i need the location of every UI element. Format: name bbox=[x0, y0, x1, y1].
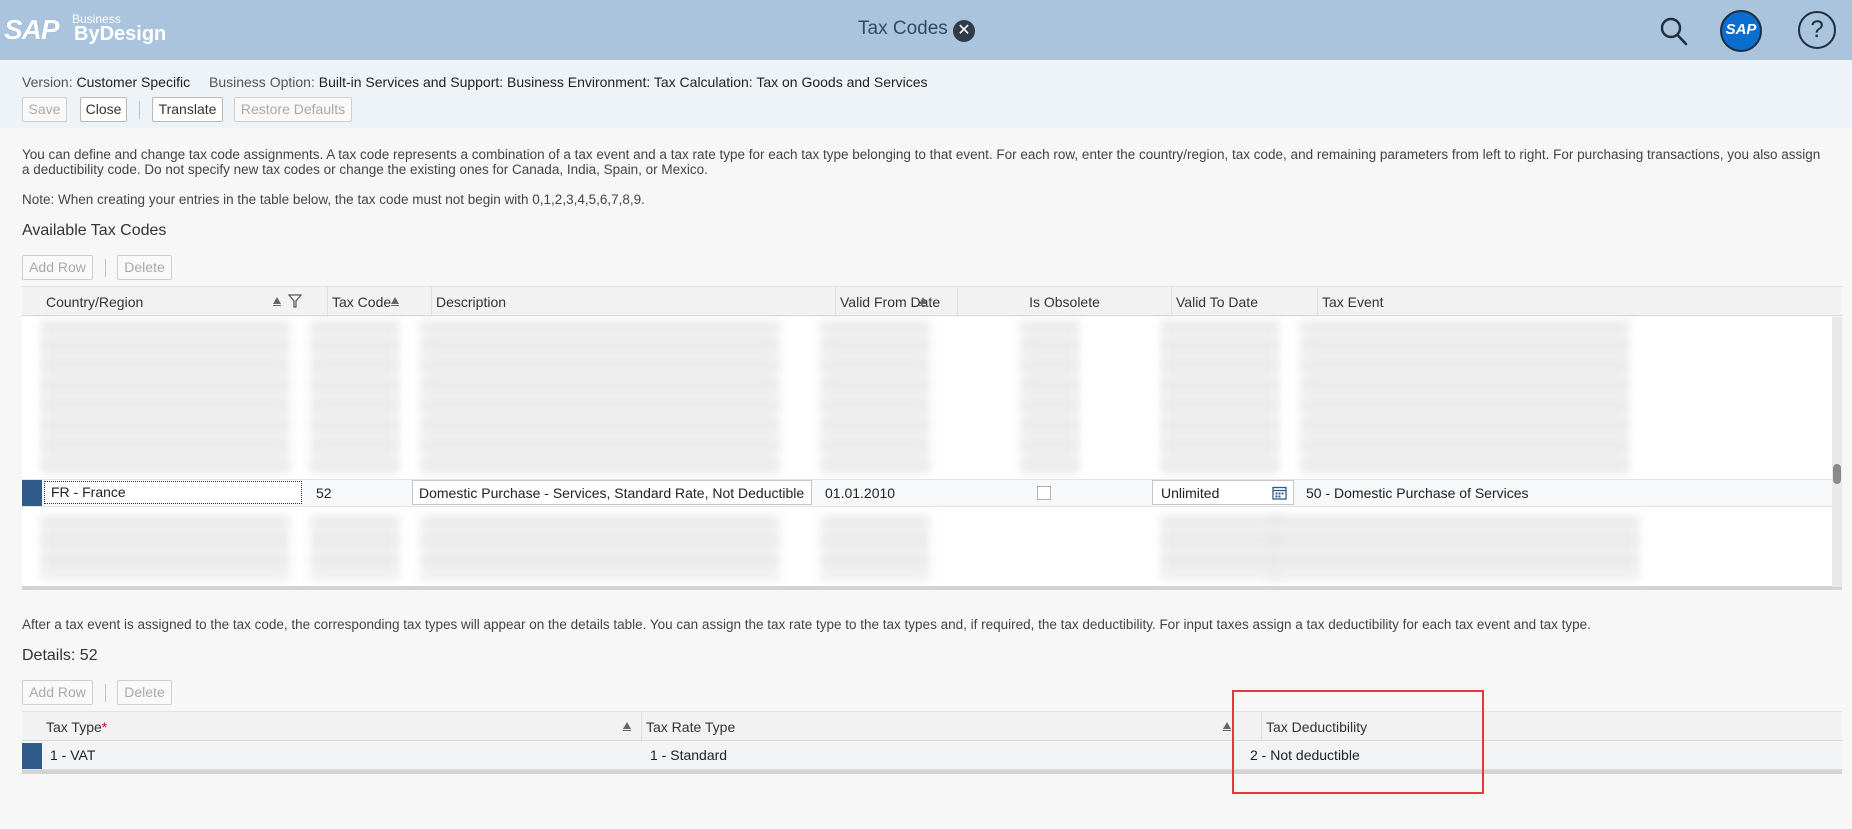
sort-icon[interactable] bbox=[272, 296, 282, 306]
table-bottom-border bbox=[22, 586, 1842, 590]
filter-icon[interactable] bbox=[288, 294, 302, 308]
blurred-rows bbox=[310, 515, 400, 580]
table-bottom-border bbox=[22, 770, 1842, 774]
sort-icon[interactable] bbox=[918, 296, 928, 306]
blurred-rows bbox=[40, 515, 290, 580]
row-selector[interactable] bbox=[22, 480, 42, 506]
translate-button[interactable]: Translate bbox=[152, 97, 223, 122]
avatar-text: SAP bbox=[1725, 21, 1757, 38]
version-info: Version: Customer Specific bbox=[22, 74, 190, 90]
blurred-rows bbox=[820, 515, 930, 580]
tax-rate-type-value[interactable]: 1 - Standard bbox=[650, 743, 727, 769]
logo-bydesign-text: ByDesign bbox=[74, 23, 167, 45]
close-icon[interactable]: ✕ bbox=[953, 20, 975, 42]
blurred-rows bbox=[40, 320, 290, 475]
available-tax-codes-title: Available Tax Codes bbox=[22, 222, 167, 239]
blurred-rows bbox=[1160, 515, 1280, 580]
country-region-field[interactable]: FR - France bbox=[44, 481, 302, 504]
sort-icon[interactable] bbox=[390, 296, 400, 306]
table-scrollbar[interactable] bbox=[1832, 317, 1842, 587]
blurred-rows bbox=[1270, 515, 1640, 580]
row-selector[interactable] bbox=[22, 743, 42, 769]
details-add-row-button[interactable]: Add Row bbox=[22, 680, 93, 705]
column-description[interactable]: Description bbox=[432, 287, 836, 317]
column-tax-rate-type[interactable]: Tax Rate Type bbox=[642, 712, 1262, 742]
blurred-rows bbox=[1020, 320, 1080, 475]
column-label: Tax Type bbox=[46, 719, 102, 735]
user-avatar[interactable]: SAP bbox=[1720, 10, 1762, 52]
details-delete-button[interactable]: Delete bbox=[117, 680, 172, 705]
sort-icon[interactable] bbox=[622, 721, 632, 731]
business-option-value: Built-in Services and Support: Business … bbox=[318, 74, 928, 90]
toolbar-separator bbox=[105, 684, 106, 702]
column-label: Is Obsolete bbox=[1029, 294, 1100, 310]
toolbar-separator bbox=[139, 101, 140, 119]
column-label: Country/Region bbox=[46, 294, 144, 310]
column-label: Description bbox=[436, 294, 507, 310]
calendar-icon[interactable] bbox=[1272, 485, 1287, 500]
details-table-header: Tax Type* Tax Rate Type Tax Deductibilit… bbox=[22, 711, 1842, 742]
required-marker: * bbox=[101, 719, 108, 735]
blurred-rows bbox=[420, 515, 780, 580]
column-tax-type[interactable]: Tax Type* bbox=[42, 712, 642, 742]
help-icon[interactable]: ? bbox=[1798, 11, 1836, 49]
sort-icon[interactable] bbox=[1222, 721, 1232, 731]
tax-type-value[interactable]: 1 - VAT bbox=[50, 743, 95, 769]
add-row-button[interactable]: Add Row bbox=[22, 255, 93, 280]
search-icon[interactable] bbox=[1658, 14, 1690, 48]
blurred-rows bbox=[1160, 320, 1280, 475]
version-value: Customer Specific bbox=[76, 74, 191, 90]
save-button[interactable]: Save bbox=[22, 97, 67, 122]
scrollbar-thumb[interactable] bbox=[1833, 464, 1841, 484]
restore-defaults-button[interactable]: Restore Defaults bbox=[234, 97, 352, 122]
delete-button[interactable]: Delete bbox=[117, 255, 172, 280]
column-label: Tax Code bbox=[332, 294, 392, 310]
details-info: After a tax event is assigned to the tax… bbox=[22, 617, 1591, 632]
column-valid-from-date[interactable]: Valid From Date bbox=[836, 287, 958, 317]
intro-paragraph: You can define and change tax code assig… bbox=[22, 147, 1821, 177]
business-option-info: Business Option: Built-in Services and S… bbox=[209, 74, 928, 90]
blurred-rows bbox=[310, 320, 400, 475]
toolbar-separator bbox=[105, 259, 106, 277]
business-option-label: Business Option: bbox=[209, 74, 315, 90]
close-button[interactable]: Close bbox=[80, 97, 127, 122]
valid-from-date-value[interactable]: 01.01.2010 bbox=[825, 481, 895, 507]
version-label: Version: bbox=[22, 74, 73, 90]
blurred-rows bbox=[820, 320, 930, 475]
column-tax-code[interactable]: Tax Code bbox=[328, 287, 432, 317]
tax-event-value[interactable]: 50 - Domestic Purchase of Services bbox=[1306, 481, 1529, 507]
column-tax-event[interactable]: Tax Event bbox=[1318, 287, 1842, 317]
blurred-rows bbox=[1300, 320, 1630, 475]
column-label: Valid To Date bbox=[1176, 294, 1258, 310]
page-title: Tax Codes bbox=[858, 18, 948, 39]
description-field[interactable]: Domestic Purchase - Services, Standard R… bbox=[412, 480, 812, 505]
blurred-rows bbox=[420, 320, 780, 475]
column-label: Tax Rate Type bbox=[646, 719, 736, 735]
column-label: Tax Event bbox=[1322, 294, 1384, 310]
highlight-box bbox=[1232, 690, 1484, 794]
is-obsolete-checkbox[interactable] bbox=[1037, 486, 1051, 500]
tax-code-value[interactable]: 52 bbox=[316, 481, 332, 507]
column-valid-to-date[interactable]: Valid To Date bbox=[1172, 287, 1318, 317]
logo-sap-text: SAP bbox=[4, 14, 60, 45]
details-title: Details: 52 bbox=[22, 647, 98, 664]
column-is-obsolete[interactable]: Is Obsolete bbox=[958, 287, 1172, 317]
intro-note: Note: When creating your entries in the … bbox=[22, 192, 645, 207]
table-row[interactable] bbox=[22, 742, 1842, 770]
column-country-region[interactable]: Country/Region bbox=[42, 287, 328, 317]
